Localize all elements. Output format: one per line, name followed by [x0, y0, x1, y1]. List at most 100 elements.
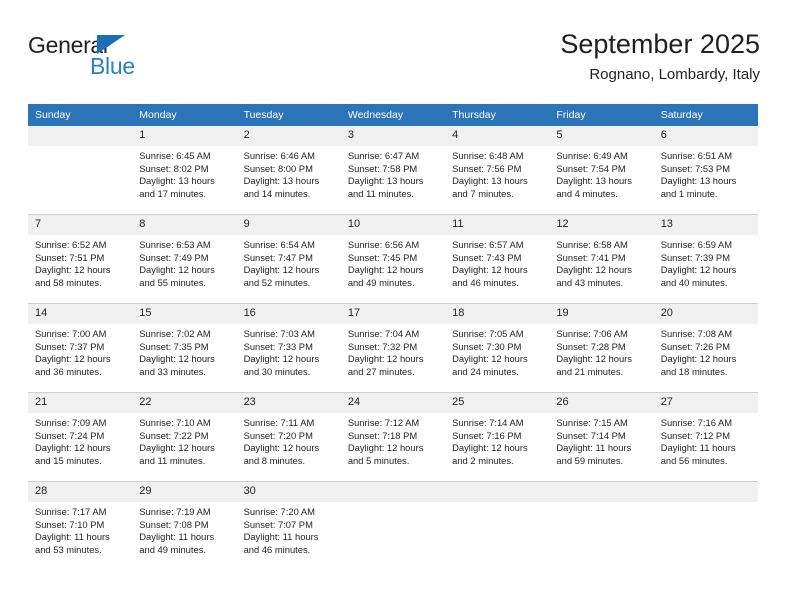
day-number [340, 482, 446, 502]
day-details: Sunrise: 6:57 AM Sunset: 7:43 PM Daylight:… [445, 235, 549, 289]
day-number: 16 [236, 304, 341, 324]
day-number: 12 [549, 215, 654, 235]
day-daylight-text: Daylight: 12 hours [347, 353, 424, 365]
calendar-day-cell[interactable]: 2 Sunrise: 6:46 AM Sunset: 8:00 PM Daylight… [236, 126, 341, 215]
day-sunrise-text: Sunrise: 6:49 AM [556, 150, 628, 161]
day-details: Sunrise: 7:12 AM Sunset: 7:18 PM Daylight:… [341, 413, 445, 467]
day-sunrise-text: Sunrise: 6:46 AM [243, 150, 315, 161]
calendar-day-cell[interactable]: 24 Sunrise: 7:12 AM Sunset: 7:18 PM Dayligh… [340, 392, 446, 482]
day-number: 17 [340, 304, 446, 324]
calendar-day-cell[interactable]: 11 Sunrise: 6:57 AM Sunset: 7:43 PM Dayligh… [445, 214, 550, 304]
day-daylight-text: and 4 minutes. [556, 187, 618, 199]
day-sunrise-text: Sunrise: 7:12 AM [347, 417, 420, 428]
calendar-day-cell[interactable]: 7 Sunrise: 6:52 AM Sunset: 7:51 PM Daylight… [28, 214, 133, 304]
day-number: 11 [445, 215, 550, 235]
day-details: Sunrise: 6:47 AM Sunset: 7:58 PM Daylight:… [341, 146, 445, 200]
day-details: Sunrise: 6:49 AM Sunset: 7:54 PM Daylight:… [549, 146, 653, 200]
calendar-day-cell[interactable]: 23 Sunrise: 7:11 AM Sunset: 7:20 PM Dayligh… [236, 392, 341, 482]
day-sunrise-text: Sunrise: 7:02 AM [139, 328, 211, 339]
day-daylight-text: and 1 minute. [660, 187, 718, 199]
calendar-day-cell[interactable]: 3 Sunrise: 6:47 AM Sunset: 7:58 PM Daylight… [340, 126, 446, 215]
calendar-day-cell[interactable]: 27 Sunrise: 7:16 AM Sunset: 7:12 PM Dayligh… [653, 392, 758, 482]
calendar-day-cell[interactable]: 5 Sunrise: 6:49 AM Sunset: 7:54 PM Daylight… [549, 126, 654, 215]
day-details: Sunrise: 6:54 AM Sunset: 7:47 PM Daylight:… [237, 235, 341, 289]
calendar-day-cell[interactable]: 25 Sunrise: 7:14 AM Sunset: 7:16 PM Dayligh… [445, 392, 550, 482]
calendar-day-cell[interactable]: 4 Sunrise: 6:48 AM Sunset: 7:56 PM Daylight… [445, 126, 550, 215]
day-sunrise-text: Sunrise: 7:05 AM [452, 328, 524, 339]
day-daylight-text: and 49 minutes. [139, 543, 206, 555]
day-sunset-text: Sunset: 7:49 PM [139, 251, 209, 263]
day-details: Sunrise: 6:46 AM Sunset: 8:00 PM Daylight:… [237, 146, 341, 200]
day-number [28, 126, 133, 146]
day-details: Sunrise: 7:02 AM Sunset: 7:35 PM Daylight:… [132, 324, 236, 378]
day-box: 1 Sunrise: 6:45 AM Sunset: 8:02 PM Daylight… [132, 126, 237, 214]
calendar-day-cell[interactable]: 8 Sunrise: 6:53 AM Sunset: 7:49 PM Daylight… [132, 214, 237, 304]
day-daylight-text: and 7 minutes. [452, 187, 514, 199]
calendar-day-cell[interactable]: 20 Sunrise: 7:08 AM Sunset: 7:26 PM Dayligh… [653, 303, 758, 393]
day-details: Sunrise: 7:11 AM Sunset: 7:20 PM Daylight:… [237, 413, 341, 467]
calendar-day-cell[interactable]: 17 Sunrise: 7:04 AM Sunset: 7:32 PM Dayligh… [340, 303, 446, 393]
general-blue-logo[interactable]: General Blue [28, 34, 208, 90]
day-details: Sunrise: 6:58 AM Sunset: 7:41 PM Daylight:… [549, 235, 653, 289]
calendar-day-cell[interactable]: 26 Sunrise: 7:15 AM Sunset: 7:14 PM Dayligh… [549, 392, 654, 482]
day-number [445, 482, 550, 502]
day-number: 21 [28, 393, 133, 413]
day-daylight-text: and 11 minutes. [139, 454, 206, 466]
day-daylight-text: Daylight: 12 hours [35, 442, 111, 454]
calendar-day-cell[interactable]: 16 Sunrise: 7:03 AM Sunset: 7:33 PM Dayligh… [236, 303, 341, 393]
calendar-day-cell[interactable]: 22 Sunrise: 7:10 AM Sunset: 7:22 PM Dayligh… [132, 392, 237, 482]
day-number: 26 [549, 393, 654, 413]
day-box: 5 Sunrise: 6:49 AM Sunset: 7:54 PM Daylight… [549, 126, 654, 214]
weekday-header-thursday: Thursday [445, 104, 550, 126]
calendar-day-cell[interactable]: 18 Sunrise: 7:05 AM Sunset: 7:30 PM Dayligh… [445, 303, 550, 393]
day-sunset-text: Sunset: 7:12 PM [660, 429, 730, 441]
calendar-week-row: 1 Sunrise: 6:45 AM Sunset: 8:02 PM Daylight… [28, 126, 758, 215]
day-sunset-text: Sunset: 7:16 PM [452, 429, 522, 441]
day-daylight-text: and 5 minutes. [347, 454, 410, 466]
day-sunset-text: Sunset: 7:54 PM [556, 162, 626, 174]
day-daylight-text: Daylight: 12 hours [243, 264, 320, 276]
calendar-day-cell[interactable]: 28 Sunrise: 7:17 AM Sunset: 7:10 PM Dayligh… [28, 481, 133, 570]
calendar-day-cell[interactable]: 19 Sunrise: 7:06 AM Sunset: 7:28 PM Dayligh… [549, 303, 654, 393]
calendar-table: Sunday Monday Tuesday Wednesday Thursday Frid… [28, 104, 758, 570]
calendar-day-cell[interactable]: 6 Sunrise: 6:51 AM Sunset: 7:53 PM Daylight… [653, 126, 758, 215]
day-daylight-text: and 18 minutes. [660, 365, 728, 377]
day-sunset-text: Sunset: 7:33 PM [243, 340, 313, 352]
day-sunrise-text: Sunrise: 6:47 AM [347, 150, 420, 161]
day-sunrise-text: Sunrise: 6:52 AM [35, 239, 107, 250]
day-daylight-text: Daylight: 12 hours [243, 442, 320, 454]
day-sunset-text: Sunset: 8:00 PM [243, 162, 313, 174]
day-sunrise-text: Sunrise: 7:16 AM [660, 417, 733, 428]
day-daylight-text: Daylight: 12 hours [556, 353, 632, 365]
calendar-day-cell[interactable]: 30 Sunrise: 7:20 AM Sunset: 7:07 PM Dayligh… [236, 481, 341, 570]
day-details: Sunrise: 7:20 AM Sunset: 7:07 PM Daylight:… [237, 502, 341, 556]
day-daylight-text: Daylight: 12 hours [660, 353, 737, 365]
day-sunrise-text: Sunrise: 6:53 AM [139, 239, 211, 250]
page-title: September 2025 [560, 29, 760, 59]
calendar-day-cell[interactable]: 29 Sunrise: 7:19 AM Sunset: 7:08 PM Dayligh… [132, 481, 237, 570]
day-number: 29 [132, 482, 237, 502]
calendar-empty-cell [340, 481, 446, 570]
day-box [445, 482, 550, 570]
day-sunrise-text: Sunrise: 7:17 AM [35, 506, 107, 517]
calendar-day-cell[interactable]: 1 Sunrise: 6:45 AM Sunset: 8:02 PM Daylight… [132, 126, 237, 215]
calendar-day-cell[interactable]: 9 Sunrise: 6:54 AM Sunset: 7:47 PM Daylight… [236, 214, 341, 304]
calendar-day-cell[interactable]: 10 Sunrise: 6:56 AM Sunset: 7:45 PM Dayligh… [340, 214, 446, 304]
logo-triangle-icon [97, 35, 125, 54]
day-details: Sunrise: 7:08 AM Sunset: 7:26 PM Daylight:… [654, 324, 758, 378]
weekday-header-monday: Monday [132, 104, 237, 126]
day-daylight-text: and 58 minutes. [35, 276, 102, 288]
calendar-day-cell[interactable]: 13 Sunrise: 6:59 AM Sunset: 7:39 PM Dayligh… [653, 214, 758, 304]
day-box: 21 Sunrise: 7:09 AM Sunset: 7:24 PM Dayligh… [28, 393, 133, 481]
day-daylight-text: and 14 minutes. [243, 187, 311, 199]
day-daylight-text: Daylight: 13 hours [347, 175, 424, 187]
day-number: 20 [653, 304, 758, 324]
calendar-day-cell[interactable]: 12 Sunrise: 6:58 AM Sunset: 7:41 PM Dayligh… [549, 214, 654, 304]
weekday-header-saturday: Saturday [653, 104, 758, 126]
calendar-day-cell[interactable]: 15 Sunrise: 7:02 AM Sunset: 7:35 PM Dayligh… [132, 303, 237, 393]
day-sunset-text: Sunset: 7:43 PM [452, 251, 522, 263]
day-box: 6 Sunrise: 6:51 AM Sunset: 7:53 PM Daylight… [653, 126, 758, 214]
day-number: 13 [653, 215, 758, 235]
calendar-day-cell[interactable]: 14 Sunrise: 7:00 AM Sunset: 7:37 PM Dayligh… [28, 303, 133, 393]
calendar-day-cell[interactable]: 21 Sunrise: 7:09 AM Sunset: 7:24 PM Dayligh… [28, 392, 133, 482]
